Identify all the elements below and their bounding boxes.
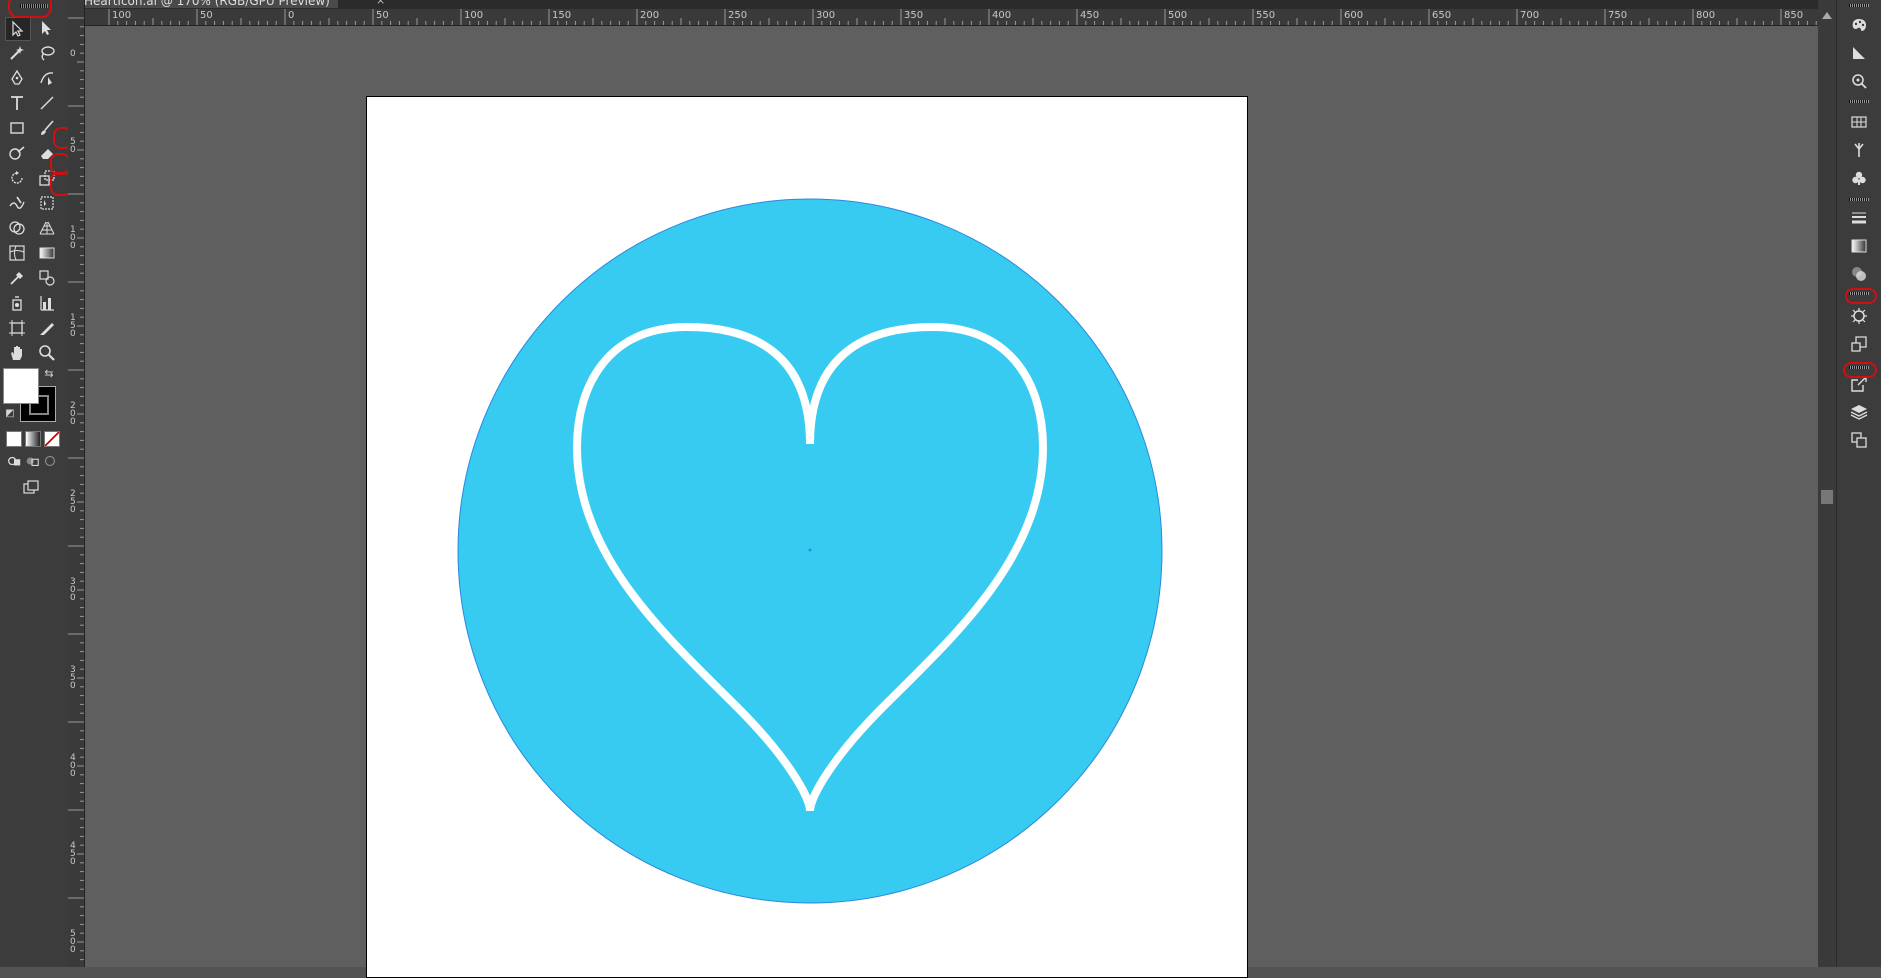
rectangle-tool-icon[interactable] bbox=[5, 117, 29, 139]
draw-inside-icon[interactable] bbox=[42, 453, 58, 469]
artboard[interactable] bbox=[366, 96, 1248, 978]
ruler-label: 500 bbox=[1168, 10, 1188, 21]
ruler-label: 200 bbox=[70, 401, 76, 427]
tools-panel: ⇆ ◩ bbox=[0, 0, 72, 967]
blend-tool-icon[interactable] bbox=[35, 267, 59, 289]
ruler-label: 400 bbox=[992, 10, 1012, 21]
magic-wand-tool-icon[interactable] bbox=[5, 42, 29, 64]
graphic-styles-icon[interactable] bbox=[1848, 333, 1870, 355]
ruler-label: 500 bbox=[70, 929, 76, 955]
ruler-label: 850 bbox=[1784, 10, 1804, 21]
ruler-label: 50 bbox=[200, 10, 213, 21]
rotate-tool-icon[interactable] bbox=[5, 167, 29, 189]
gradient-mode-icon[interactable] bbox=[25, 431, 41, 447]
document-tab-bar: HeartIcon.ai @ 170% (RGB/GPU Preview) × bbox=[68, 0, 1818, 9]
ruler-label: 50 bbox=[70, 137, 76, 155]
direct-selection-tool-icon[interactable] bbox=[35, 17, 59, 39]
ruler-label: 50 bbox=[376, 10, 389, 21]
ruler-label: 100 bbox=[464, 10, 484, 21]
annotation-mark bbox=[1845, 288, 1877, 304]
warp-tool-icon[interactable] bbox=[5, 192, 29, 214]
ruler-label: 350 bbox=[904, 10, 924, 21]
close-tab-icon[interactable]: × bbox=[376, 0, 385, 7]
shaper-tool-icon[interactable] bbox=[5, 142, 29, 164]
ruler-ticks bbox=[108, 9, 1817, 25]
gradient-tool-icon[interactable] bbox=[35, 242, 59, 264]
artboards-icon[interactable] bbox=[1848, 429, 1870, 451]
panel-grip[interactable] bbox=[1849, 100, 1869, 103]
ruler-label: 650 bbox=[1432, 10, 1452, 21]
mesh-tool-icon[interactable] bbox=[5, 242, 29, 264]
none-mode-icon[interactable] bbox=[44, 431, 60, 447]
document-tab[interactable]: HeartIcon.ai @ 170% (RGB/GPU Preview) bbox=[76, 0, 338, 8]
artboard-tool-icon[interactable] bbox=[5, 317, 29, 339]
ruler-label: 200 bbox=[640, 10, 660, 21]
ruler-label: 800 bbox=[1696, 10, 1716, 21]
ruler-label: 0 bbox=[288, 10, 295, 21]
lasso-tool-icon[interactable] bbox=[35, 42, 59, 64]
color-icon[interactable] bbox=[1848, 14, 1870, 36]
ruler-label: 0 bbox=[70, 49, 76, 59]
center-point bbox=[808, 548, 812, 552]
default-colors-icon[interactable]: ◩ bbox=[3, 406, 17, 420]
artwork bbox=[457, 198, 1163, 904]
symbols-icon[interactable] bbox=[1848, 167, 1870, 189]
transparency-icon[interactable] bbox=[1848, 263, 1870, 285]
ruler-label: 400 bbox=[70, 753, 76, 779]
ruler-label: 300 bbox=[70, 577, 76, 603]
panel-grip[interactable] bbox=[1849, 4, 1869, 7]
ruler-label: 150 bbox=[70, 313, 76, 339]
scroll-thumb[interactable] bbox=[1821, 490, 1833, 504]
ruler-label: 100 bbox=[70, 225, 76, 251]
draw-normal-icon[interactable] bbox=[6, 453, 22, 469]
swatches-icon[interactable] bbox=[1848, 111, 1870, 133]
slice-tool-icon[interactable] bbox=[35, 317, 59, 339]
eyedropper-tool-icon[interactable] bbox=[5, 267, 29, 289]
layers-icon[interactable] bbox=[1848, 401, 1870, 423]
ruler-label: 250 bbox=[728, 10, 748, 21]
selection-tool-icon[interactable] bbox=[5, 17, 31, 41]
swap-colors-icon[interactable]: ⇆ bbox=[42, 366, 56, 380]
symbol-sprayer-tool-icon[interactable] bbox=[5, 292, 29, 314]
ruler-label: 450 bbox=[70, 841, 76, 867]
stroke-icon[interactable] bbox=[1848, 207, 1870, 229]
ruler-label: 300 bbox=[816, 10, 836, 21]
ruler-label: 550 bbox=[1256, 10, 1276, 21]
ruler-label: 700 bbox=[1520, 10, 1540, 21]
gradient-icon[interactable] bbox=[1848, 235, 1870, 257]
panel-dock bbox=[1836, 0, 1881, 967]
pen-tool-icon[interactable] bbox=[5, 67, 29, 89]
recolor-icon[interactable] bbox=[1848, 70, 1870, 92]
draw-behind-icon[interactable] bbox=[24, 453, 40, 469]
ruler-label: 750 bbox=[1608, 10, 1628, 21]
color-mode-icon[interactable] bbox=[6, 431, 22, 447]
annotation-mark bbox=[1843, 362, 1877, 378]
horizontal-ruler: 100 50 0 50 100 150 200 250 300 350 400 450 500 550 60… bbox=[68, 9, 1818, 26]
vertical-ruler: 0 50 100 150 200 250 300 350 400 450 500 bbox=[68, 0, 85, 967]
ruler-label: 600 bbox=[1344, 10, 1364, 21]
color-guide-icon[interactable] bbox=[1848, 42, 1870, 64]
hand-tool-icon[interactable] bbox=[5, 342, 29, 364]
fill-swatch[interactable] bbox=[3, 368, 39, 404]
curvature-tool-icon[interactable] bbox=[35, 67, 59, 89]
ruler-label: 100 bbox=[112, 10, 132, 21]
perspective-grid-tool-icon[interactable] bbox=[35, 217, 59, 239]
zoom-tool-icon[interactable] bbox=[35, 342, 59, 364]
column-graph-tool-icon[interactable] bbox=[35, 292, 59, 314]
ruler-label: 450 bbox=[1080, 10, 1100, 21]
screen-mode-icon[interactable] bbox=[20, 478, 42, 496]
annotation-mark bbox=[8, 0, 52, 18]
shape-builder-tool-icon[interactable] bbox=[5, 217, 29, 239]
ruler-label: 150 bbox=[552, 10, 572, 21]
appearance-icon[interactable] bbox=[1848, 305, 1870, 327]
ruler-label: 250 bbox=[70, 489, 76, 515]
type-tool-icon[interactable] bbox=[5, 92, 29, 114]
ruler-label: 350 bbox=[70, 665, 76, 691]
line-segment-tool-icon[interactable] bbox=[35, 92, 59, 114]
scroll-up-arrow-icon[interactable] bbox=[1822, 12, 1832, 19]
panel-grip[interactable] bbox=[1849, 198, 1869, 201]
brushes-icon[interactable] bbox=[1848, 139, 1870, 161]
canvas-area[interactable] bbox=[85, 26, 1818, 978]
vertical-scrollbar[interactable] bbox=[1818, 0, 1836, 967]
